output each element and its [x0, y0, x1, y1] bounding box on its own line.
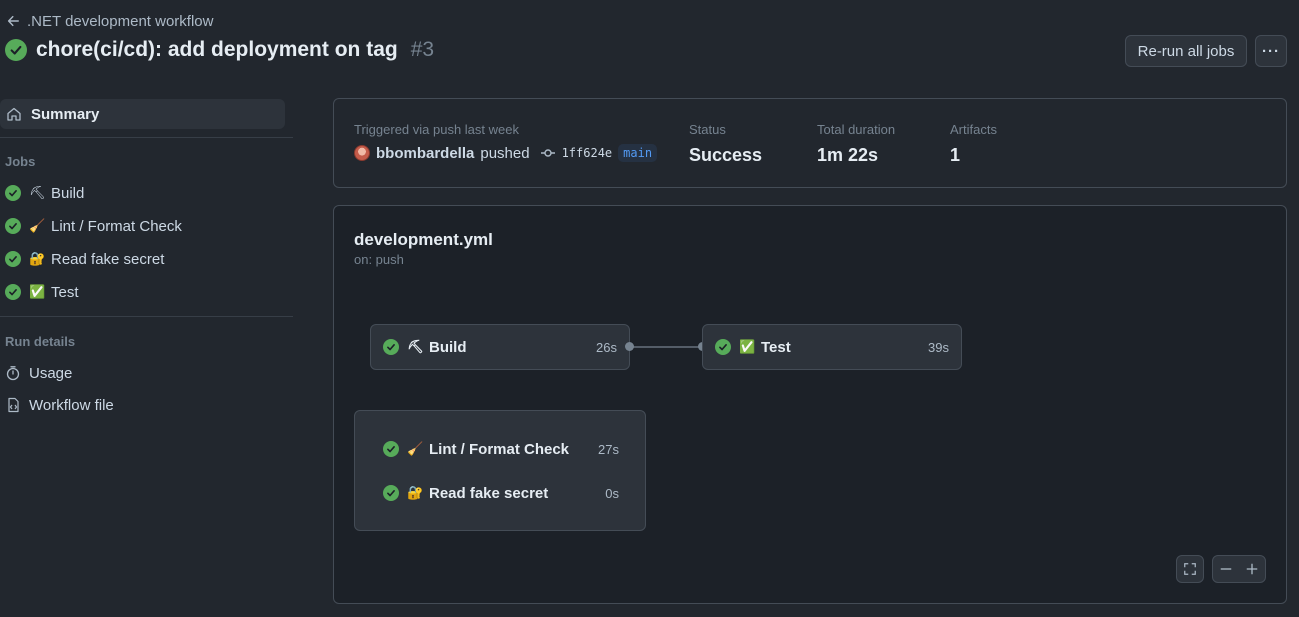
- workflow-file-name: development.yml: [354, 230, 493, 249]
- sidebar-job-secret[interactable]: 🔐 Read fake secret: [5, 248, 164, 270]
- broom-icon: 🧹: [29, 218, 46, 233]
- job-duration: 26s: [596, 339, 617, 355]
- success-check-icon: [5, 251, 21, 267]
- status-label: Status: [689, 122, 726, 137]
- sidebar-job-label: Read fake secret: [51, 250, 165, 268]
- success-check-icon: [5, 284, 21, 300]
- run-summary-card: Triggered via push last week bbombardell…: [333, 98, 1287, 188]
- success-check-icon: [5, 39, 27, 61]
- sidebar-item-usage[interactable]: Usage: [5, 362, 72, 384]
- job-group: 🧹 Lint / Format Check 27s 🔐 Read fake se…: [354, 410, 646, 531]
- success-check-icon: [5, 185, 21, 201]
- zoom-controls: [1212, 555, 1266, 583]
- fullscreen-button[interactable]: [1176, 555, 1204, 583]
- jobs-heading: Jobs: [5, 154, 36, 169]
- arrow-left-icon: [7, 15, 19, 27]
- job-connector: [630, 346, 702, 348]
- commit-sha-link[interactable]: 1ff624e: [562, 146, 613, 160]
- run-number: #3: [410, 38, 435, 61]
- artifacts-label: Artifacts: [950, 122, 997, 137]
- sidebar-job-label: Build: [51, 184, 85, 202]
- workflow-graph-card: development.yml on: push ⛏ Build 26s ✅ T…: [333, 205, 1287, 604]
- git-commit-icon: [540, 149, 555, 157]
- job-label: Build: [429, 338, 467, 356]
- sidebar-job-build[interactable]: ⛏ Build: [5, 182, 84, 204]
- sidebar-summary-label: Summary: [31, 105, 100, 123]
- sidebar-item-workflow-file[interactable]: Workflow file: [5, 394, 114, 416]
- sidebar-job-test[interactable]: ✅ Test: [5, 281, 79, 303]
- lock-key-icon: 🔐: [407, 485, 424, 500]
- zoom-out-button[interactable]: [1219, 562, 1233, 576]
- page-title: chore(ci/cd): add deployment on tag #3: [5, 38, 434, 62]
- file-code-icon: [8, 397, 19, 413]
- sidebar-item-summary[interactable]: Summary: [0, 99, 285, 129]
- avatar[interactable]: [354, 145, 370, 161]
- check-mark-button-icon: ✅: [29, 284, 46, 299]
- success-check-icon: [383, 339, 399, 355]
- stopwatch-icon: [6, 366, 20, 381]
- duration-label: Total duration: [817, 122, 896, 137]
- job-duration: 27s: [598, 441, 619, 457]
- branch-badge[interactable]: main: [618, 144, 658, 162]
- success-check-icon: [715, 339, 731, 355]
- trigger-detail: bbombardella pushed 1ff624e main: [354, 144, 658, 162]
- pick-icon: ⛏: [407, 339, 424, 354]
- run-details-heading: Run details: [5, 334, 76, 349]
- job-duration: 39s: [928, 339, 949, 355]
- pick-icon: ⛏: [29, 185, 46, 200]
- run-title: chore(ci/cd): add deployment on tag: [36, 38, 398, 61]
- status-value: Success: [689, 145, 763, 165]
- fullscreen-icon: [1184, 563, 1196, 575]
- success-check-icon: [383, 485, 399, 501]
- sidebar-divider: [0, 316, 293, 317]
- actor-link[interactable]: bbombardella: [376, 145, 474, 162]
- kebab-icon: ···: [1262, 42, 1280, 60]
- workflow-trigger: on: push: [354, 252, 404, 267]
- graph-job-build[interactable]: ⛏ Build 26s: [370, 324, 630, 370]
- minus-icon: [1220, 568, 1232, 570]
- usage-label: Usage: [29, 364, 73, 382]
- connector-dot: [625, 342, 634, 351]
- zoom-in-button[interactable]: [1245, 562, 1259, 576]
- job-label: Lint / Format Check: [429, 440, 570, 458]
- duration-value: 1m 22s: [817, 145, 879, 165]
- graph-job-test[interactable]: ✅ Test 39s: [702, 324, 962, 370]
- graph-job-lint[interactable]: 🧹 Lint / Format Check 27s: [383, 438, 619, 460]
- check-mark-button-icon: ✅: [739, 339, 756, 354]
- success-check-icon: [383, 441, 399, 457]
- sidebar-job-label: Test: [51, 283, 79, 301]
- job-duration: 0s: [605, 485, 619, 501]
- rerun-all-jobs-button[interactable]: Re-run all jobs: [1125, 35, 1247, 67]
- job-label: Test: [761, 338, 791, 356]
- action-text: pushed: [480, 144, 530, 162]
- broom-icon: 🧹: [407, 441, 424, 456]
- more-options-button[interactable]: ···: [1255, 35, 1287, 67]
- artifacts-value[interactable]: 1: [950, 145, 960, 166]
- success-check-icon: [5, 218, 21, 234]
- sidebar-job-lint[interactable]: 🧹 Lint / Format Check: [5, 215, 182, 237]
- back-link[interactable]: .NET development workflow: [6, 12, 213, 30]
- plus-icon: [1246, 563, 1258, 575]
- lock-key-icon: 🔐: [29, 251, 46, 266]
- trigger-label: Triggered via push last week: [354, 122, 519, 137]
- back-link-label: .NET development workflow: [27, 12, 214, 30]
- sidebar-divider: [0, 137, 293, 138]
- sidebar-job-label: Lint / Format Check: [51, 217, 182, 235]
- job-label: Read fake secret: [429, 484, 549, 502]
- graph-job-secret[interactable]: 🔐 Read fake secret 0s: [383, 482, 619, 504]
- home-icon: [7, 107, 21, 121]
- workflow-file-label: Workflow file: [29, 396, 114, 414]
